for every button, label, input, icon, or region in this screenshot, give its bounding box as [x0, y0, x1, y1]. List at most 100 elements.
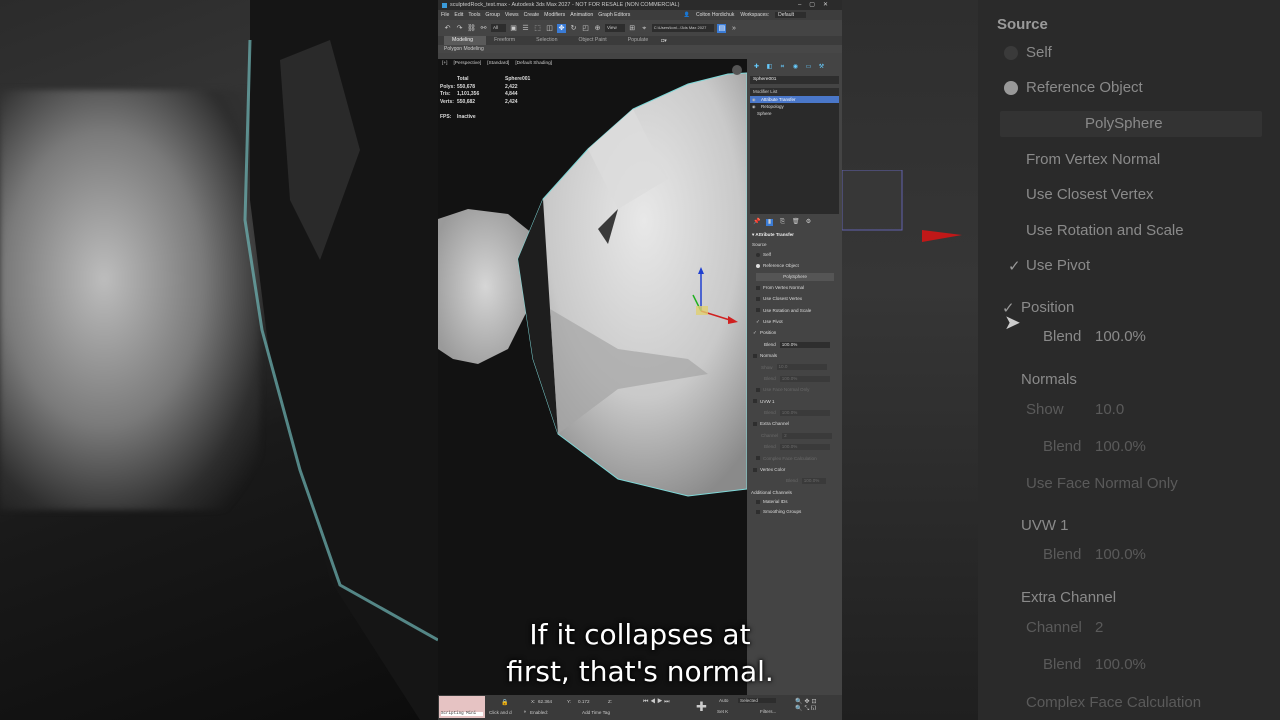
- window-crossing-icon[interactable]: ◫: [545, 24, 554, 33]
- selection-lock-icon[interactable]: 🔒: [501, 699, 508, 706]
- vertex-color-checkbox[interactable]: Vertex Color: [750, 464, 839, 475]
- eye-icon[interactable]: ◉: [752, 96, 756, 103]
- panel-toggle-icon[interactable]: ▤: [717, 23, 727, 33]
- selection-filter-dropdown[interactable]: All: [491, 24, 507, 32]
- menu-tools[interactable]: Tools: [468, 12, 480, 18]
- create-tab-icon[interactable]: ✚: [753, 64, 760, 71]
- add-time-tag[interactable]: Add Time Tag: [582, 710, 610, 715]
- vp-shading[interactable]: [Default Shading]: [515, 61, 552, 66]
- rollout-title[interactable]: ▾ Attribute Transfer: [750, 230, 839, 240]
- hierarchy-tab-icon[interactable]: ⌗: [779, 64, 786, 71]
- extra-channel-checkbox[interactable]: Extra Channel: [750, 418, 839, 429]
- show-end-result-icon[interactable]: ▮: [766, 218, 773, 226]
- x-field[interactable]: 62.364: [538, 699, 552, 704]
- configure-sets-icon[interactable]: ⚙: [805, 219, 812, 226]
- set-key-button[interactable]: Set K: [717, 709, 728, 714]
- undo-icon[interactable]: ↶: [443, 24, 452, 33]
- window-controls[interactable]: –▢✕: [798, 1, 836, 8]
- tab-object-paint[interactable]: Object Paint: [570, 36, 619, 45]
- object-name-field[interactable]: Sphere001: [750, 76, 839, 84]
- select-by-name-icon[interactable]: ☰: [521, 24, 530, 33]
- pick-object-button[interactable]: PolySphere: [756, 272, 834, 281]
- maxscript-listener[interactable]: Scripting Mini: [439, 696, 485, 718]
- link-icon[interactable]: ⛓: [467, 24, 476, 33]
- menu-animation[interactable]: Animation: [570, 12, 593, 18]
- bg-use-rotation-scale: Use Rotation and Scale: [1026, 222, 1184, 239]
- use-pivot-checkbox[interactable]: ✓ Use Pivot: [750, 316, 839, 327]
- ribbon-options-icon[interactable]: ◘▾: [661, 38, 667, 44]
- viewport-label[interactable]: [+] [Perspective] [Standard] [Default Sh…: [442, 61, 552, 66]
- overflow-icon[interactable]: »: [729, 24, 738, 33]
- smoothing-groups-checkbox[interactable]: Smoothing Groups: [750, 506, 839, 517]
- ribbon-subpanel[interactable]: Polygon Modeling: [438, 45, 842, 53]
- place-icon[interactable]: ⊕: [593, 24, 602, 33]
- stack-item-attribute-transfer[interactable]: ◉ Attribute Transfer: [750, 96, 839, 103]
- menu-graph-editors[interactable]: Graph Editors: [598, 12, 630, 18]
- rect-selection-icon[interactable]: ⬚: [533, 24, 542, 33]
- utilities-tab-icon[interactable]: ⚒: [818, 64, 825, 71]
- complex-face-checkbox[interactable]: Complex Face Calculation: [750, 453, 839, 464]
- y-field[interactable]: 0.172: [578, 699, 590, 704]
- menu-edit[interactable]: Edit: [454, 12, 463, 18]
- modifier-list-dropdown[interactable]: Modifier List: [750, 88, 839, 96]
- use-closest-vertex-checkbox[interactable]: Use Closest Vertex: [750, 293, 839, 304]
- from-vertex-normal-checkbox[interactable]: From Vertex Normal: [750, 282, 839, 293]
- stack-item-retopology[interactable]: ◉ Retopology: [750, 103, 839, 110]
- tab-selection[interactable]: Selection: [528, 36, 570, 45]
- self-radio[interactable]: Self: [750, 249, 839, 260]
- tab-modeling[interactable]: Modeling: [444, 36, 487, 45]
- menu-modifiers[interactable]: Modifiers: [544, 12, 565, 18]
- snap-icon[interactable]: ⌖: [640, 24, 649, 33]
- selected-dropdown[interactable]: Selected: [738, 698, 776, 703]
- unlink-icon[interactable]: ⚯: [479, 24, 488, 33]
- vp-menu[interactable]: [+]: [442, 61, 447, 66]
- stack-item-sphere[interactable]: Sphere: [750, 110, 839, 117]
- tab-populate[interactable]: Populate: [620, 36, 661, 45]
- user-name[interactable]: Colton Hordichuk: [696, 12, 734, 18]
- tab-freeform[interactable]: Freeform: [486, 36, 528, 45]
- normals-checkbox[interactable]: Normals: [750, 350, 839, 361]
- project-path-dropdown[interactable]: C:\Users\tonl...\3ds Max 2027: [651, 24, 715, 32]
- rotate-icon[interactable]: ↻: [569, 24, 578, 33]
- move-icon[interactable]: ✥: [557, 23, 567, 33]
- motion-tab-icon[interactable]: ◉: [792, 64, 799, 71]
- normals-show-spinner[interactable]: 10.0: [776, 364, 827, 371]
- display-tab-icon[interactable]: ▭: [805, 64, 812, 71]
- adaptive-degradation-icon[interactable]: ◑: [523, 709, 526, 715]
- pin-stack-icon[interactable]: 📌: [753, 219, 760, 226]
- vertex-color-blend-spinner[interactable]: 100.0%: [801, 478, 826, 485]
- playback-icons[interactable]: ⏮ ◀ ▶ ⏭: [643, 699, 670, 706]
- use-face-normal-checkbox[interactable]: Use Face Normal Only: [750, 384, 839, 395]
- menu-group[interactable]: Group: [485, 12, 499, 18]
- position-checkbox[interactable]: ✓ Position: [750, 327, 839, 338]
- uvw1-checkbox[interactable]: UVW 1: [750, 396, 839, 407]
- ref-coord-dropdown[interactable]: View: [605, 24, 625, 32]
- position-blend-spinner[interactable]: 100.0%: [779, 341, 830, 348]
- menu-file[interactable]: File: [441, 12, 449, 18]
- workspace-dropdown[interactable]: Default: [775, 12, 806, 18]
- select-object-icon[interactable]: ▣: [509, 24, 518, 33]
- auto-key-button[interactable]: Auto: [719, 698, 728, 703]
- vp-view[interactable]: [Perspective]: [453, 61, 481, 66]
- menu-views[interactable]: Views: [505, 12, 519, 18]
- extra-blend-spinner[interactable]: 100.0%: [779, 444, 830, 451]
- material-ids-checkbox[interactable]: Material IDs: [750, 498, 839, 506]
- vp-standard[interactable]: [Standard]: [487, 61, 509, 66]
- perspective-viewport[interactable]: [+] [Perspective] [Standard] [Default Sh…: [438, 59, 747, 695]
- channel-spinner[interactable]: 2: [782, 432, 833, 439]
- remove-modifier-icon[interactable]: 🗑: [792, 219, 800, 226]
- filters-button[interactable]: Filters...: [760, 709, 776, 714]
- move-key-icon[interactable]: ✚: [696, 699, 707, 715]
- menu-create[interactable]: Create: [524, 12, 540, 18]
- eye-icon[interactable]: ◉: [752, 103, 756, 110]
- pivot-icon[interactable]: ⊞: [628, 24, 637, 33]
- normals-blend-spinner[interactable]: 100.0%: [779, 375, 830, 382]
- redo-icon[interactable]: ↷: [455, 24, 464, 33]
- scale-icon[interactable]: ◰: [581, 24, 590, 33]
- make-unique-icon[interactable]: ⎘: [779, 219, 786, 226]
- uvw1-blend-spinner[interactable]: 100.0%: [779, 409, 830, 416]
- navigation-icons[interactable]: 🔍✥⊡ 🔍⤡◱: [795, 698, 819, 713]
- reference-object-radio[interactable]: Reference Object: [750, 260, 839, 271]
- modify-tab-icon[interactable]: ◧: [766, 64, 773, 71]
- use-rotation-scale-checkbox[interactable]: Use Rotation and Scale: [750, 305, 839, 316]
